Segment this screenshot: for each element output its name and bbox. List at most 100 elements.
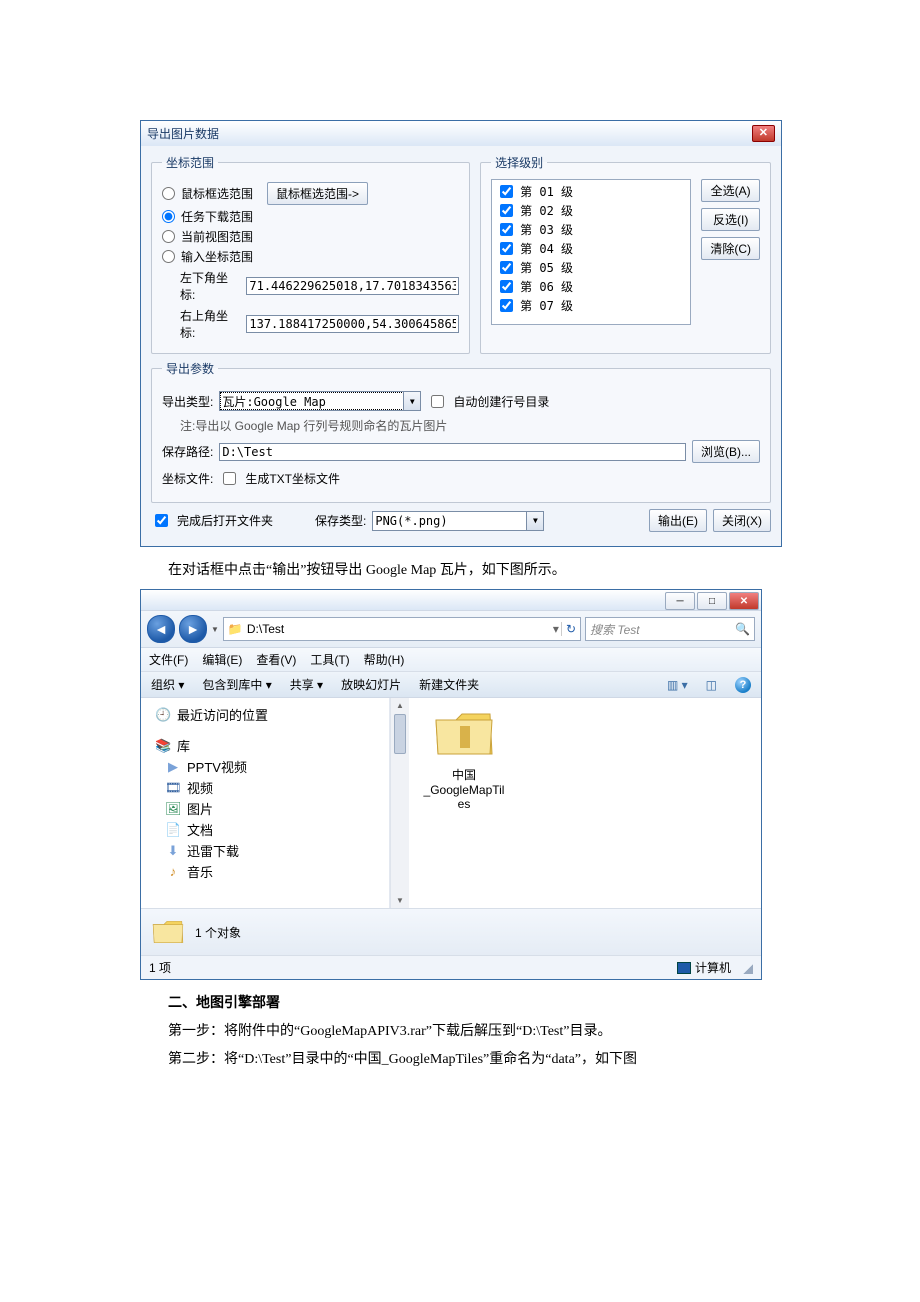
refresh-icon[interactable]: ↻: [561, 622, 576, 636]
menu-bar: 文件(F) 编辑(E) 查看(V) 工具(T) 帮助(H): [141, 648, 761, 672]
radio-task[interactable]: [162, 210, 175, 223]
toolbar: 组织 ▾ 包含到库中 ▾ 共享 ▾ 放映幻灯片 新建文件夹 ▥ ▾ ◫ ?: [141, 672, 761, 698]
scroll-up-icon[interactable]: ▲: [396, 701, 404, 710]
close-icon[interactable]: ✕: [752, 125, 775, 142]
organize-button[interactable]: 组织 ▾: [151, 676, 184, 693]
status-bar: 1 项 计算机: [141, 955, 761, 979]
scroll-thumb[interactable]: [394, 714, 406, 754]
radio-manual[interactable]: [162, 250, 175, 263]
dialog-titlebar: 导出图片数据 ✕: [141, 121, 781, 146]
address-text: D:\Test: [247, 622, 284, 636]
coord-range-group: 坐标范围 鼠标框选范围 鼠标框选范围-> 任务下载范围 当前视图范围 输入坐标范…: [151, 154, 470, 354]
details-text: 1 个对象: [195, 924, 241, 941]
computer-icon: [677, 962, 691, 974]
status-right: 计算机: [695, 959, 731, 976]
level-check[interactable]: [500, 280, 513, 293]
bl-coord-input[interactable]: [246, 277, 459, 295]
scroll-down-icon[interactable]: ▼: [396, 896, 404, 905]
level-check[interactable]: [500, 242, 513, 255]
radio-mouse[interactable]: [162, 187, 175, 200]
file-pane[interactable]: 中国 _GoogleMapTil es: [409, 698, 761, 908]
level-check[interactable]: [500, 299, 513, 312]
invert-button[interactable]: 反选(I): [701, 208, 760, 231]
radio-view[interactable]: [162, 230, 175, 243]
nav-back-button[interactable]: ◄: [147, 615, 175, 643]
folder-name-l1: 中国: [419, 766, 509, 783]
tree-scrollbar[interactable]: ▲ ▼: [390, 698, 409, 908]
export-params-group: 导出参数 导出类型: 瓦片:Google Map ▼ 自动创建行号目录 注:导出…: [151, 360, 771, 503]
clear-button[interactable]: 清除(C): [701, 237, 760, 260]
export-type-label: 导出类型:: [162, 393, 213, 410]
menu-help[interactable]: 帮助(H): [364, 651, 405, 668]
step-1: 第一步：将附件中的“GoogleMapAPIV3.rar”下载后解压到“D:\T…: [168, 1018, 780, 1046]
level-check[interactable]: [500, 185, 513, 198]
folder-name-l3: es: [419, 797, 509, 811]
new-folder-button[interactable]: 新建文件夹: [419, 676, 479, 693]
save-path-label: 保存路径:: [162, 443, 213, 460]
select-all-button[interactable]: 全选(A): [701, 179, 760, 202]
export-type-select[interactable]: 瓦片:Google Map ▼: [219, 391, 421, 411]
resize-grip-icon[interactable]: [741, 962, 753, 974]
close-icon[interactable]: ✕: [729, 592, 759, 610]
save-path-input[interactable]: [219, 443, 686, 461]
menu-view[interactable]: 查看(V): [256, 651, 296, 668]
folder-icon: 📁: [228, 622, 243, 636]
step-2: 第二步：将“D:\Test”目录中的“中国_GoogleMapTiles”重命名…: [168, 1046, 780, 1074]
folder-icon: [151, 917, 185, 947]
open-after-checkbox[interactable]: [155, 514, 168, 527]
coord-file-chk-label: 生成TXT坐标文件: [245, 470, 340, 487]
search-icon: 🔍: [735, 622, 750, 636]
video-icon: 🎞: [165, 780, 181, 796]
minimize-icon[interactable]: ─: [665, 592, 695, 610]
level-check[interactable]: [500, 204, 513, 217]
nav-tree[interactable]: 🕘最近访问的位置 📚库 ▶PPTV视频 🎞视频 🖼图片 📄文档 ⬇迅雷下载 ♪音…: [141, 698, 390, 908]
download-icon: ⬇: [165, 843, 181, 859]
help-icon[interactable]: ?: [735, 677, 751, 693]
level-check[interactable]: [500, 223, 513, 236]
export-params-legend: 导出参数: [162, 360, 218, 377]
auto-row-checkbox[interactable]: [431, 395, 444, 408]
coord-file-label: 坐标文件:: [162, 470, 213, 487]
tr-coord-label: 右上角坐标:: [180, 307, 242, 341]
level-check[interactable]: [500, 261, 513, 274]
menu-file[interactable]: 文件(F): [149, 651, 188, 668]
browse-button[interactable]: 浏览(B)...: [692, 440, 760, 463]
picture-icon: 🖼: [165, 801, 181, 817]
save-type-label: 保存类型:: [315, 512, 366, 529]
tr-coord-input[interactable]: [246, 315, 459, 333]
search-placeholder: 搜索 Test: [590, 621, 640, 638]
nav-forward-button[interactable]: ►: [179, 615, 207, 643]
export-button[interactable]: 输出(E): [649, 509, 707, 532]
folder-item[interactable]: 中国 _GoogleMapTil es: [419, 706, 509, 811]
window-controls: ─ □ ✕: [141, 590, 761, 610]
chevron-down-icon: ▼: [526, 512, 543, 530]
history-dropdown-icon[interactable]: ▼: [211, 625, 219, 634]
video-icon: ▶: [165, 759, 181, 775]
heading-2: 二、地图引擎部署: [168, 990, 780, 1018]
level-select-legend: 选择级别: [491, 154, 547, 171]
menu-tools[interactable]: 工具(T): [310, 651, 349, 668]
menu-edit[interactable]: 编辑(E): [202, 651, 242, 668]
export-dialog: 导出图片数据 ✕ 坐标范围 鼠标框选范围 鼠标框选范围-> 任务下载范围 当前视…: [140, 120, 782, 547]
close-button[interactable]: 关闭(X): [713, 509, 771, 532]
search-input[interactable]: 搜索 Test 🔍: [585, 617, 755, 641]
dialog-title: 导出图片数据: [147, 125, 219, 142]
view-mode-icon[interactable]: ▥ ▾: [667, 678, 688, 692]
include-button[interactable]: 包含到库中 ▾: [202, 676, 271, 693]
maximize-icon[interactable]: □: [697, 592, 727, 610]
share-button[interactable]: 共享 ▾: [290, 676, 323, 693]
slideshow-button[interactable]: 放映幻灯片: [341, 676, 401, 693]
levels-listbox[interactable]: 第 01 级 第 02 级 第 03 级 第 04 级 第 05 级 第 06 …: [491, 179, 691, 325]
save-type-select[interactable]: PNG(*.png) ▼: [372, 511, 544, 531]
preview-pane-icon[interactable]: ◫: [706, 678, 717, 692]
document-icon: 📄: [165, 822, 181, 838]
music-icon: ♪: [165, 864, 181, 879]
chevron-down-icon[interactable]: ▾: [553, 622, 559, 636]
mouse-select-button[interactable]: 鼠标框选范围->: [267, 182, 368, 205]
details-pane: 1 个对象: [141, 908, 761, 955]
coord-file-checkbox[interactable]: [223, 472, 236, 485]
radio-mouse-label: 鼠标框选范围: [181, 185, 253, 202]
radio-task-label: 任务下载范围: [181, 208, 253, 225]
address-bar[interactable]: 📁 D:\Test ▾ ↻: [223, 617, 581, 641]
status-left: 1 项: [149, 959, 171, 976]
